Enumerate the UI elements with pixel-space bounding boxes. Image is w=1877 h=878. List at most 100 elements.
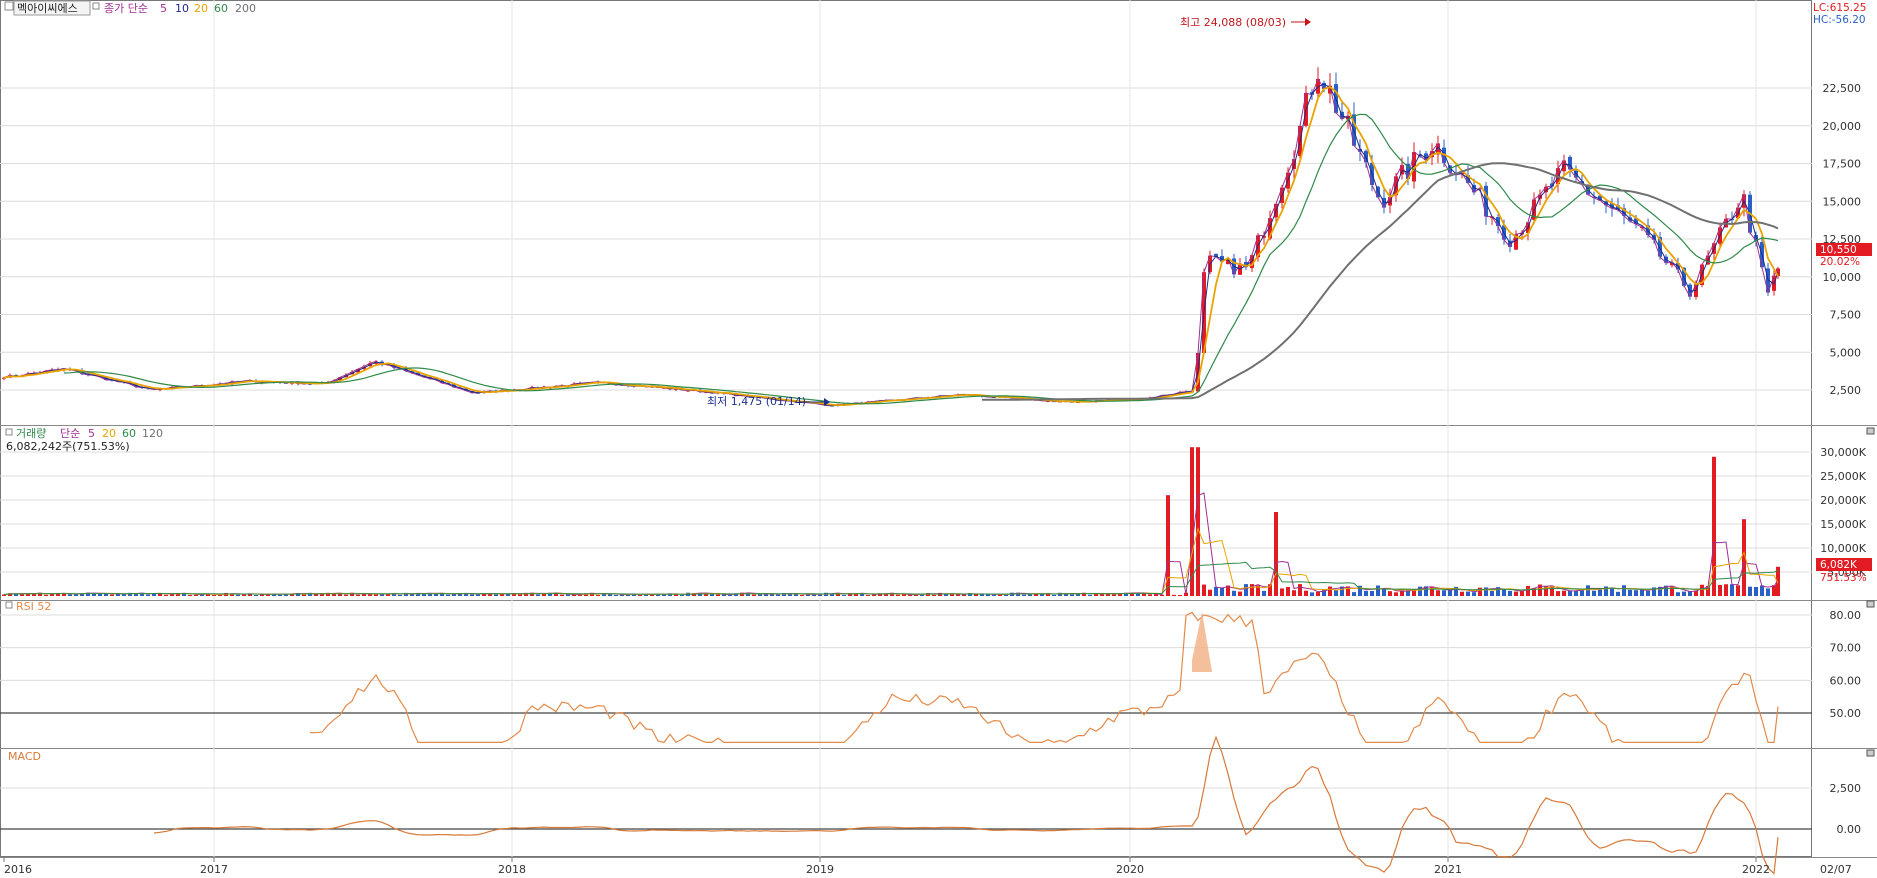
volume-bar <box>494 594 498 596</box>
volume-bar <box>1388 591 1392 596</box>
volume-bar <box>842 594 846 596</box>
volume-current-tag: 6,082K <box>1820 559 1858 571</box>
rsi-y-tick: 70.00 <box>1830 642 1862 655</box>
volume-bar <box>992 594 996 596</box>
volume-bar <box>1328 586 1332 596</box>
volume-bar <box>1442 590 1446 596</box>
ma200-legend: 200 <box>235 2 256 15</box>
ma20-legend: 20 <box>194 2 208 15</box>
stock-chart[interactable]: 22,50020,00017,50015,00012,50010,0007,50… <box>0 0 1877 878</box>
max-arrow-icon <box>1305 18 1311 26</box>
volume-bar <box>1112 594 1116 596</box>
volume-bar <box>1616 591 1620 596</box>
legend-box-icon <box>92 2 100 10</box>
macd-y-tick: 0.00 <box>1837 823 1862 836</box>
volume-panel-maximize-button[interactable] <box>1866 427 1875 435</box>
volume-bar <box>1088 594 1092 596</box>
volume-y-tick: 15,000K <box>1820 518 1866 531</box>
volume-bar <box>1628 589 1632 596</box>
collapse-box-icon[interactable] <box>4 1 14 11</box>
volume-bar <box>1436 590 1440 596</box>
volume-bar <box>1748 586 1752 596</box>
candlestick-series <box>2 67 1780 407</box>
macd-legend: MACD <box>8 750 41 763</box>
moving-average-lines <box>3 77 1779 407</box>
macd-y-tick: 2,500 <box>1830 782 1862 795</box>
volume-bar <box>446 594 450 596</box>
volume-bar <box>1676 592 1680 596</box>
y-axis-labels: 22,50020,00017,50015,00012,50010,0007,50… <box>1820 82 1866 836</box>
macd-panel-maximize-button[interactable] <box>1866 749 1875 757</box>
volume-bar <box>1070 594 1074 596</box>
volume-bar <box>1310 592 1314 596</box>
ma10-legend: 10 <box>175 2 189 15</box>
rsi-overbought-fill <box>1192 612 1212 672</box>
volume-bar <box>1568 590 1572 596</box>
rsi-y-tick: 60.00 <box>1830 674 1862 687</box>
rsi-label: RSI 52 <box>16 600 51 613</box>
price-y-tick: 2,500 <box>1830 384 1862 397</box>
volume-bar <box>1562 590 1566 596</box>
volume-bar <box>1682 591 1686 596</box>
volume-bar <box>518 594 522 596</box>
volume-panel[interactable] <box>2 447 1780 596</box>
volume-bar <box>1196 447 1200 596</box>
volume-bar <box>614 594 618 596</box>
vol-ma60-line <box>3 561 1779 595</box>
volume-bar <box>1550 586 1554 596</box>
ma60-legend: 60 <box>214 2 228 15</box>
x-tick-label: 2016 <box>4 863 32 876</box>
volume-bar <box>1304 590 1308 596</box>
volume-bar <box>1286 586 1290 596</box>
volume-bar <box>1490 591 1494 596</box>
volume-bar <box>1610 587 1614 596</box>
volume-bar <box>1214 586 1218 596</box>
macd-panel[interactable] <box>153 735 1779 875</box>
current-change: 20.02% <box>1820 256 1860 268</box>
volume-bar <box>896 594 900 596</box>
price-panel[interactable] <box>2 67 1780 407</box>
volume-bar <box>1514 591 1518 596</box>
lc-label: LC:615.25 <box>1813 2 1866 14</box>
volume-bar <box>1220 587 1224 596</box>
volume-bar <box>638 595 642 596</box>
volume-bar <box>1208 589 1212 596</box>
x-tick-label: 2018 <box>498 863 526 876</box>
volume-bar <box>560 594 564 596</box>
volume-bar <box>1160 594 1164 596</box>
volume-bar <box>1502 588 1506 596</box>
volume-bar <box>1460 591 1464 596</box>
volume-bar <box>374 594 378 596</box>
rsi-panel[interactable] <box>309 611 1779 744</box>
volume-bar <box>1202 584 1206 596</box>
volume-current-pct: 751.53% <box>1820 572 1867 584</box>
header-legend: 멕아이씨에스 종가 단순 5 10 20 60 200 LC:615.25 HC… <box>4 0 1866 26</box>
volume-y-tick: 10,000K <box>1820 542 1866 555</box>
volume-bar <box>1724 584 1728 596</box>
volume-bar <box>596 594 600 596</box>
x-tick-label: 2019 <box>806 863 834 876</box>
volume-bar <box>1766 588 1770 596</box>
rsi-panel-maximize-button[interactable] <box>1866 600 1875 608</box>
volume-bar <box>1586 585 1590 596</box>
x-axis-labels: 2016 2017 2018 2019 2020 2021 2022 02/07 <box>3 857 1852 876</box>
volume-bar <box>950 594 954 596</box>
volume-bar <box>1646 590 1650 596</box>
volume-bar <box>398 594 402 596</box>
rsi-line <box>309 611 1779 744</box>
volume-bar <box>356 594 360 596</box>
volume-bar <box>680 595 684 596</box>
price-y-tick: 10,000 <box>1823 271 1862 284</box>
volume-bar <box>1148 594 1152 596</box>
vol-ma20-line <box>3 527 1779 596</box>
candle-body <box>1400 165 1404 175</box>
macd-line <box>153 735 1779 875</box>
volume-bar <box>344 594 348 596</box>
stock-name: 멕아이씨에스 <box>17 2 78 15</box>
vol-ma5-line <box>3 492 1779 596</box>
volume-bar <box>1280 588 1284 596</box>
volume-bar <box>146 594 150 596</box>
max-annotation: 최고 24,088 (08/03) <box>1180 16 1311 29</box>
min-label: 최저 1,475 (01/14) <box>707 395 806 408</box>
ma60-line <box>63 113 1779 405</box>
